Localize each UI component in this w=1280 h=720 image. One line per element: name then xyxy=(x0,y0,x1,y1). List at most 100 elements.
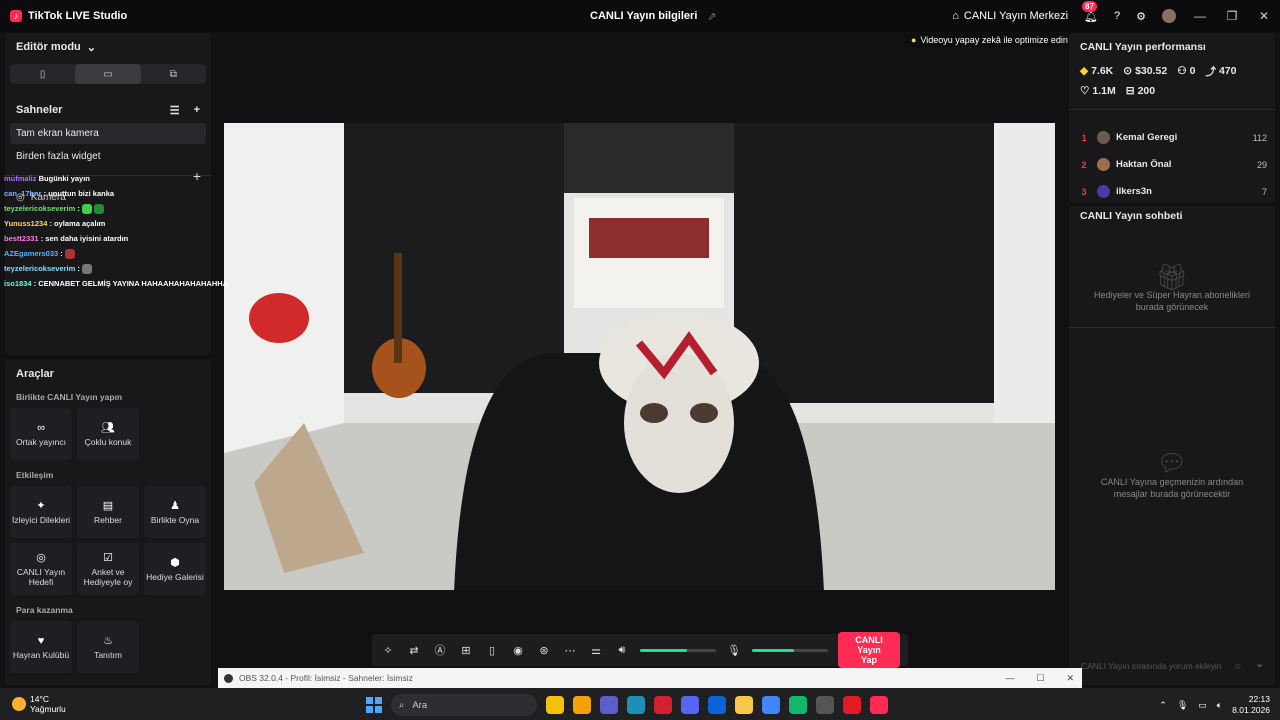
notification-badge: 87 xyxy=(1082,0,1097,12)
store-icon[interactable] xyxy=(573,696,591,714)
mic-tray-icon[interactable]: 🎙︎ xyxy=(1177,700,1188,711)
volume-slider[interactable] xyxy=(640,648,716,652)
chevron-down-icon: ⌄ xyxy=(86,42,96,54)
landscape-button[interactable]: ▭ xyxy=(75,64,141,84)
obs-icon xyxy=(224,673,233,683)
mic-slider[interactable] xyxy=(752,648,828,652)
fan-club-button[interactable]: ♥ Hayran Kulübü xyxy=(10,621,72,673)
overlay-chat-line: AZEgamers033 : xyxy=(4,246,234,261)
edge-icon[interactable] xyxy=(627,696,645,714)
chrome-icon[interactable] xyxy=(546,696,564,714)
weather-widget[interactable]: 14°C Yağmurlu xyxy=(0,694,66,714)
live-center-label: CANLI Yayın Merkezi xyxy=(963,10,1069,22)
speaker-icon[interactable]: 🔊︎ xyxy=(614,644,630,657)
chat-bubble-icon: 💬︎ xyxy=(1156,450,1188,477)
viewer-wishes-button[interactable]: ✦ İzleyici Dilekleri xyxy=(10,486,72,538)
poll-button[interactable]: ☑ Anket ve Hediyeyle oy xyxy=(77,543,139,595)
minimize-button[interactable]: — xyxy=(1005,673,1014,684)
chrome-icon[interactable] xyxy=(762,696,780,714)
more-icon[interactable]: ⋯ xyxy=(562,644,578,657)
discord-icon[interactable] xyxy=(681,696,699,714)
volume-icon[interactable]: 🔈︎ xyxy=(1217,700,1222,711)
stat-gifts: ⊟ 200 xyxy=(1125,85,1156,97)
folder-icon[interactable] xyxy=(735,696,753,714)
dual-layout-button[interactable]: ⧉ xyxy=(141,64,206,84)
taskbar: 14°C Yağmurlu ⌕ Ara ⌃ 🎙︎ ▭ 🔈︎ 22:13 8.01.20… xyxy=(0,688,1280,720)
obs-window-bar[interactable]: OBS 32.0.4 - Profil: İsimsiz - Sahneler:… xyxy=(218,668,1082,688)
android-icon[interactable] xyxy=(789,696,807,714)
chevron-up-icon[interactable]: ⌃ xyxy=(1159,700,1167,711)
overlay-chat-line: bestt2331 : sen daha iyisini atardın xyxy=(4,234,129,243)
promote-button[interactable]: ♨ Tanıtım xyxy=(77,621,139,673)
translate-icon[interactable]: ⇄ xyxy=(406,644,422,657)
screenshot-icon[interactable]: ⊛ xyxy=(536,644,552,657)
multi-guest-button[interactable]: 👥︎ Çoklu konuk xyxy=(77,408,139,460)
ai-icon[interactable]: Ⓐ xyxy=(432,642,448,658)
filter-icon: ⏷ xyxy=(1256,660,1263,671)
opera-icon[interactable] xyxy=(654,696,672,714)
divider xyxy=(1069,109,1275,110)
youtube-icon[interactable] xyxy=(843,696,861,714)
book-icon: ▤ xyxy=(102,500,114,512)
mic-fill xyxy=(752,648,794,652)
obs-icon[interactable] xyxy=(816,696,834,714)
guide-button[interactable]: ▤ Rehber xyxy=(77,486,139,538)
mixer-icon[interactable]: ⚌ xyxy=(588,644,604,657)
maximize-button[interactable]: ❐ xyxy=(1216,9,1248,23)
play-together-icon: ♟ xyxy=(170,500,180,512)
ai-optimize-button[interactable]: ● Videoyu yapay zekâ ile optimize edin xyxy=(905,33,1074,47)
overlay-chat-line: can_17hnr : unuttun bizi kanka xyxy=(4,189,115,198)
tiktok-icon[interactable] xyxy=(870,696,888,714)
lightbulb-icon: ● xyxy=(911,35,917,45)
close-button[interactable]: ✕ xyxy=(1248,9,1280,23)
overlay-chat-line: teyzelericokseverim : xyxy=(4,201,234,216)
tools-title: Araçlar xyxy=(16,368,54,380)
windows-start-icon[interactable] xyxy=(366,697,382,713)
volume-fill xyxy=(640,648,688,652)
chat-input[interactable]: CANLI Yayın sırasında yorum ekleyin ☺ ⏷ xyxy=(1075,655,1269,677)
mail-icon[interactable] xyxy=(708,696,726,714)
stat-likes: ♡ 1.1M xyxy=(1080,85,1116,97)
settings-icon[interactable]: ⚙ xyxy=(1128,10,1154,23)
clock[interactable]: 22:13 8.01.2026 xyxy=(1232,694,1270,716)
tools-panel: Araçlar Birlikte CANLI Yayın yapın ∞ Orta… xyxy=(5,360,211,685)
minimize-button[interactable]: — xyxy=(1184,9,1216,23)
phone-icon[interactable]: ▯ xyxy=(484,644,500,657)
live-info-title[interactable]: CANLI Yayın bilgileri ⇗ xyxy=(590,10,717,23)
live-goal-button[interactable]: ◎ CANLI Yayın Hedefi xyxy=(10,543,72,595)
taskbar-search[interactable]: ⌕ Ara xyxy=(391,694,537,716)
stat-earnings: ⊙ $30.52 xyxy=(1123,65,1168,77)
share-icon[interactable]: ⇗ xyxy=(707,10,716,23)
gifter-row[interactable]: 1 Kemal Geregi 112 xyxy=(1077,124,1267,151)
co-host-button[interactable]: ∞ Ortak yayıncı xyxy=(10,408,72,460)
scene-item[interactable]: Tam ekran kamera xyxy=(10,123,206,144)
editor-mode-dropdown[interactable]: Editör modu ⌄ xyxy=(5,33,211,62)
notifications-button[interactable]: 🔔︎ 87 xyxy=(1076,0,1106,23)
caption-icon[interactable]: ⊞ xyxy=(458,644,474,657)
people-icon: ⚇ xyxy=(1177,65,1187,77)
close-button[interactable]: ✕ xyxy=(1066,673,1074,684)
help-icon[interactable]: ? xyxy=(1106,10,1128,22)
list-icon[interactable]: ☰ xyxy=(170,104,180,117)
maximize-button[interactable]: ☐ xyxy=(1036,673,1044,684)
teams-icon[interactable] xyxy=(600,696,618,714)
display-icon[interactable]: ▭ xyxy=(1198,700,1207,711)
section-label: Etkileşim xyxy=(16,470,54,480)
overlay-chat-line: teyzelericokseverim : xyxy=(4,261,234,276)
gifter-row[interactable]: 2 Haktan Önal 29 xyxy=(1077,151,1267,178)
live-info-label: CANLI Yayın bilgileri xyxy=(590,10,698,22)
microphone-icon[interactable]: 🎙︎ xyxy=(726,644,742,657)
gift-gallery-button[interactable]: ⬢ Hediye Galerisi xyxy=(144,543,206,595)
heart-icon: ♡ xyxy=(1080,85,1090,97)
scene-item[interactable]: Birden fazla widget xyxy=(10,146,206,167)
go-live-button[interactable]: CANLI Yayın Yap xyxy=(838,632,900,668)
avatar[interactable] xyxy=(1154,9,1184,23)
effects-wand-icon[interactable]: ✧ xyxy=(380,644,396,657)
portrait-button[interactable]: ▯ xyxy=(10,64,75,84)
add-scene-icon[interactable]: + xyxy=(194,104,200,117)
gifter-row[interactable]: 3 ilkers3n 7 xyxy=(1077,178,1267,205)
performance-title: CANLI Yayın performansı xyxy=(1080,41,1206,53)
live-center-button[interactable]: ⌂ CANLI Yayın Merkezi xyxy=(944,10,1076,22)
record-icon[interactable]: ◉ xyxy=(510,644,526,657)
play-together-button[interactable]: ♟ Birlikte Oyna xyxy=(144,486,206,538)
